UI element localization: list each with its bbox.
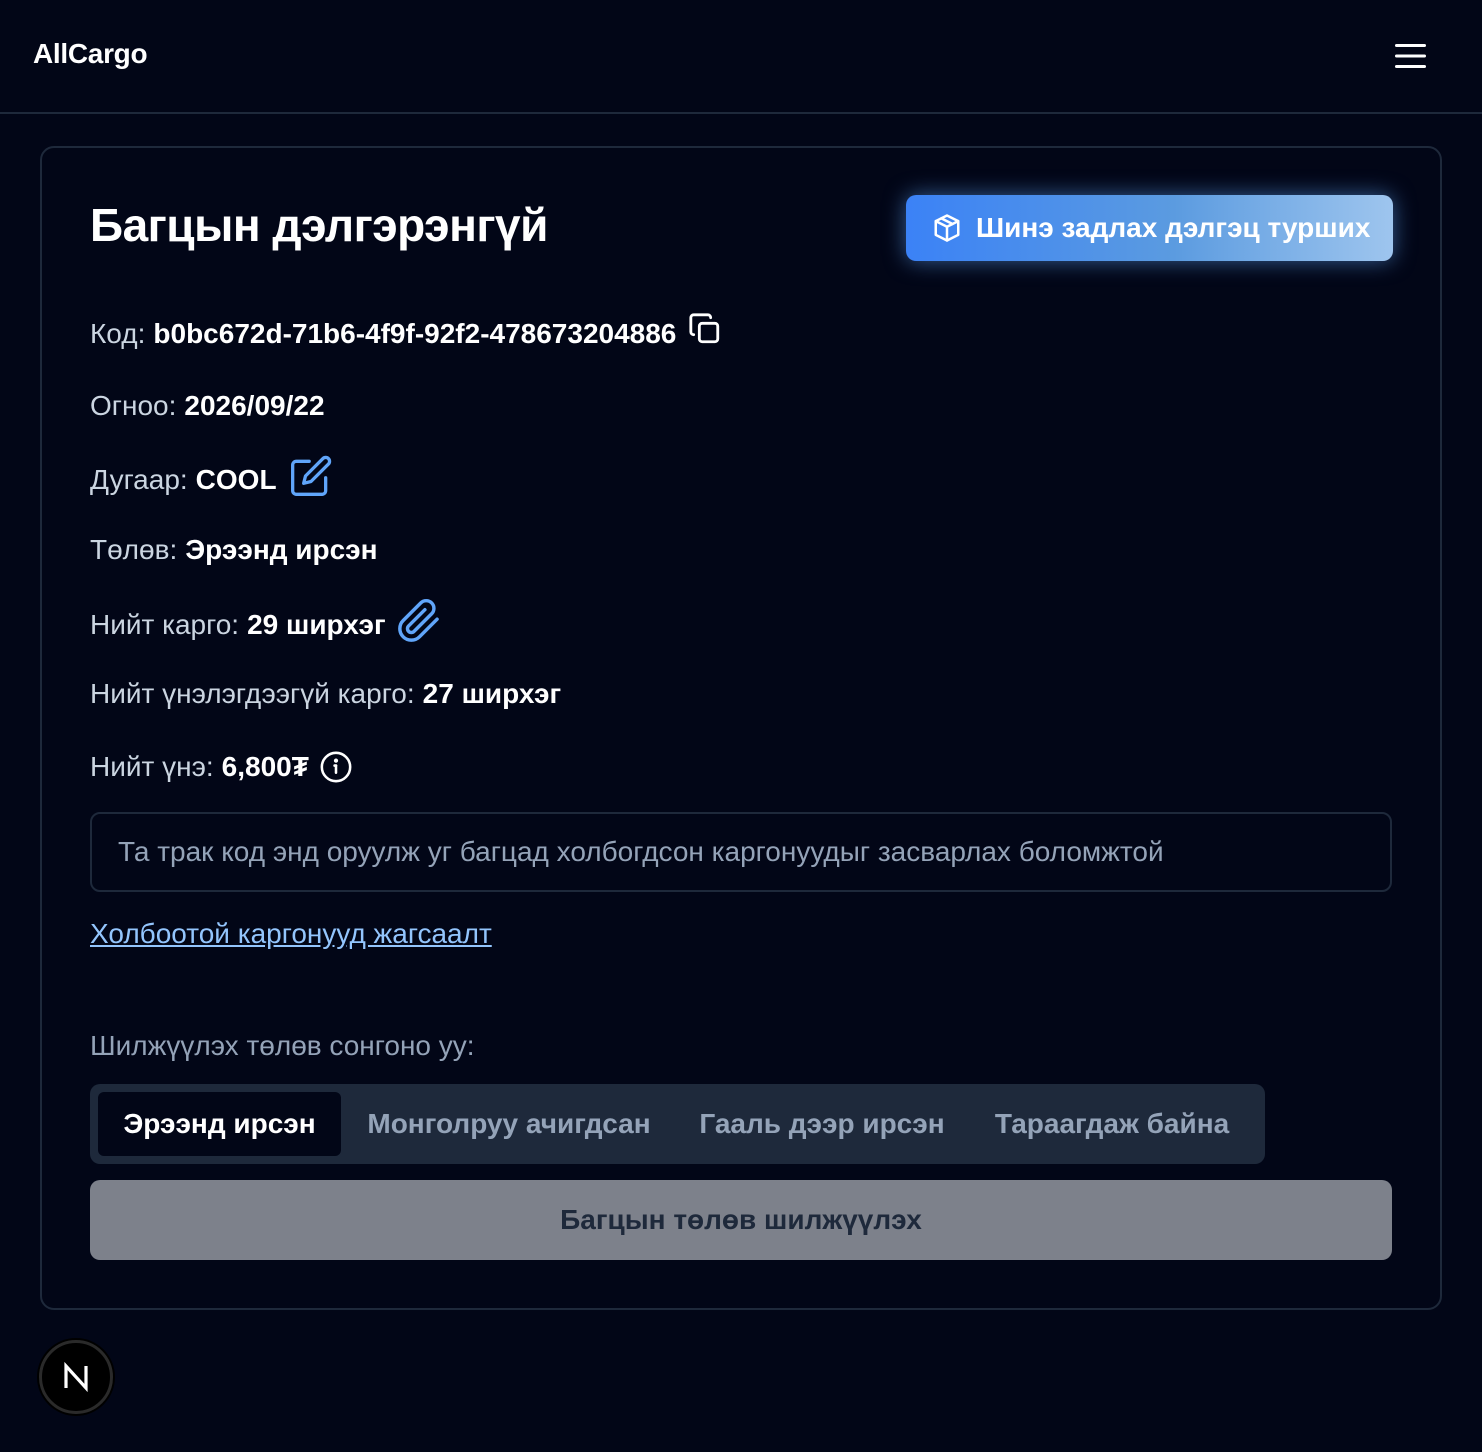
- number-value: COOL: [195, 464, 277, 495]
- hamburger-menu-icon: [1395, 44, 1426, 68]
- edit-number-button[interactable]: [289, 454, 333, 498]
- total-price-value: 6,800₮: [221, 751, 309, 782]
- attach-cargo-button[interactable]: [396, 598, 442, 644]
- date-row: Огноо: 2026/09/22: [90, 390, 325, 422]
- copy-icon: [689, 313, 720, 344]
- status-select-label: Шилжүүлэх төлөв сонгоно уу:: [90, 1030, 475, 1061]
- top-navbar: AllCargo: [0, 0, 1482, 114]
- menu-button[interactable]: [1388, 36, 1432, 76]
- nextjs-logo-icon: [64, 1362, 88, 1392]
- total-cargo-label: Нийт карго:: [90, 609, 240, 640]
- number-label: Дугаар:: [90, 464, 188, 495]
- total-price-label: Нийт үнэ:: [90, 751, 214, 782]
- status-tabs: Эрээнд ирсэн Монголруу ачигдсан Гааль дэ…: [90, 1084, 1265, 1164]
- code-label: Код:: [90, 318, 146, 349]
- nextjs-dev-badge[interactable]: [39, 1340, 113, 1414]
- info-icon: [320, 751, 352, 783]
- status-row: Төлөв: Эрээнд ирсэн: [90, 534, 378, 566]
- status-value: Эрээнд ирсэн: [185, 534, 378, 565]
- total-cargo-row: Нийт карго: 29 ширхэг: [90, 598, 442, 644]
- number-row: Дугаар: COOL: [90, 454, 333, 498]
- total-price-row: Нийт үнэ: 6,800₮: [90, 750, 353, 784]
- status-label: Төлөв:: [90, 534, 178, 565]
- status-tab-taraagdaj-baina[interactable]: Тараагдаж байна: [973, 1092, 1251, 1156]
- package-box-icon: [934, 214, 960, 242]
- copy-button[interactable]: [688, 312, 722, 346]
- status-tab-gaali-deer-irsen[interactable]: Гааль дээр ирсэн: [681, 1092, 963, 1156]
- total-cargo-value: 29 ширхэг: [247, 609, 386, 640]
- code-value: b0bc672d-71b6-4f9f-92f2-478673204886: [153, 318, 677, 349]
- unpriced-cargo-row: Нийт үнэлэгдээгүй карго: 27 ширхэг: [90, 678, 561, 710]
- track-code-input[interactable]: [90, 812, 1392, 892]
- code-row: Код: b0bc672d-71b6-4f9f-92f2-47867320488…: [90, 313, 722, 350]
- page-title: Багцын дэлгэрэнгүй: [90, 199, 548, 251]
- unpriced-cargo-value: 27 ширхэг: [422, 678, 562, 709]
- app-logo[interactable]: AllCargo: [33, 38, 148, 70]
- change-package-status-button[interactable]: Багцын төлөв шилжүүлэх: [90, 1180, 1392, 1260]
- status-tab-mongolruu-achigdsan[interactable]: Монголруу ачигдсан: [345, 1092, 673, 1156]
- linked-cargo-list-link[interactable]: Холбоотой каргонууд жагсаалт: [90, 918, 492, 950]
- cta-label: Шинэ задлах дэлгэц турших: [976, 212, 1371, 243]
- date-value: 2026/09/22: [184, 390, 325, 421]
- edit-icon: [290, 455, 331, 496]
- price-info-button[interactable]: [319, 750, 353, 784]
- try-new-unpack-screen-button[interactable]: Шинэ задлах дэлгэц турших: [906, 195, 1393, 261]
- paperclip-icon: [397, 598, 439, 642]
- unpriced-cargo-label: Нийт үнэлэгдээгүй карго:: [90, 678, 415, 709]
- date-label: Огноо:: [90, 390, 177, 421]
- status-tab-ereend-irsen[interactable]: Эрээнд ирсэн: [98, 1092, 341, 1156]
